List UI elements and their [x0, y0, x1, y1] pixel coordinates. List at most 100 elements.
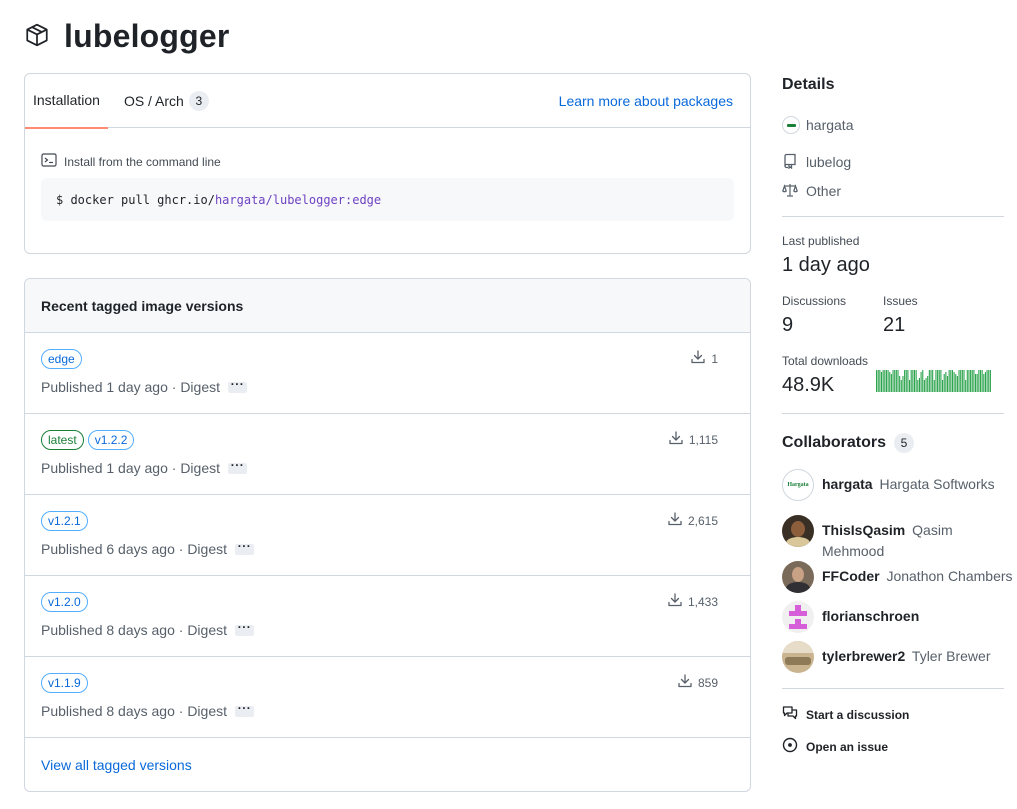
version-row: v1.2.1 Published 6 days ago · Digest ··· 2,… — [25, 495, 750, 576]
sparkline-bar — [981, 370, 983, 392]
collaborator-ffcoder[interactable]: FFCoder Jonathon Chambers — [782, 561, 1013, 593]
tab-installation[interactable]: Installation — [25, 74, 108, 129]
version-downloads: 859 — [677, 673, 718, 692]
sparkline-bar — [955, 374, 957, 392]
sparkline-bar — [965, 380, 967, 392]
version-published: Published 1 day ago · Digest ··· — [41, 378, 247, 395]
digest-expand-button[interactable]: ··· — [235, 702, 254, 717]
collaborators-heading: Collaborators 5 — [782, 433, 915, 453]
tab-os-arch[interactable]: OS / Arch 3 — [116, 74, 217, 128]
version-tag[interactable]: v1.2.1 — [41, 511, 88, 531]
sparkline-bar — [887, 370, 889, 392]
discussions-count[interactable]: 9 — [782, 314, 793, 337]
avatar — [782, 641, 814, 673]
sparkline-bar — [892, 370, 894, 392]
download-count: 859 — [697, 675, 718, 690]
version-row: latest v1.2.2 Published 1 day ago · Digest… — [25, 414, 750, 495]
published-text: Published 1 day ago · Digest — [41, 460, 220, 476]
sparkline-bar — [880, 372, 883, 392]
version-tag[interactable]: v1.2.2 — [87, 430, 135, 450]
sparkline-bar — [877, 370, 879, 392]
download-icon — [668, 430, 689, 449]
sparkline-bar — [933, 380, 935, 392]
package-title: lubelogger — [64, 17, 230, 54]
sparkline-bar — [960, 370, 962, 392]
view-all-versions-link[interactable]: View all tagged versions — [41, 757, 192, 773]
sparkline-bar — [946, 376, 949, 392]
version-published: Published 6 days ago · Digest ··· — [41, 540, 254, 557]
version-tags: v1.1.9 — [41, 673, 88, 693]
sparkline-bar — [953, 372, 955, 392]
version-tag[interactable]: v1.1.9 — [41, 673, 88, 693]
digest-expand-button[interactable]: ··· — [228, 459, 247, 474]
repo-link[interactable]: lubelog — [782, 152, 851, 172]
digest-expand-button[interactable]: ··· — [235, 621, 254, 636]
avatar — [782, 515, 814, 547]
download-icon — [690, 349, 711, 368]
published-text: Published 8 days ago · Digest — [41, 703, 227, 719]
avatar — [782, 561, 814, 593]
sparkline-bar — [922, 370, 924, 392]
sparkline-bar — [935, 370, 937, 392]
version-tag[interactable]: edge — [41, 349, 82, 369]
sparkline-bar — [958, 370, 960, 392]
sparkline-bar — [966, 370, 968, 392]
sparkline-bar — [876, 370, 878, 392]
total-downloads-label: Total downloads — [782, 354, 869, 368]
details-heading: Details — [782, 76, 835, 93]
sparkline-bar — [884, 370, 886, 392]
sparkline-bar — [963, 370, 965, 392]
version-tags: v1.2.1 — [41, 511, 88, 531]
sparkline-bar — [951, 370, 953, 392]
sparkline-bar — [895, 370, 897, 392]
digest-expand-button[interactable]: ··· — [228, 378, 247, 393]
version-tag[interactable]: latest — [41, 430, 84, 450]
collaborator-hargata[interactable]: Hargata hargata Hargata Softworks — [782, 469, 995, 501]
sparkline-bar — [897, 370, 899, 392]
sparkline-bar — [915, 370, 917, 392]
sparkline-bar — [932, 370, 934, 392]
sparkline-bar — [973, 370, 975, 392]
install-command[interactable]: $ docker pull ghcr.io/hargata/lubelogger… — [41, 178, 734, 221]
sparkline-bar — [920, 372, 922, 392]
published-text: Published 8 days ago · Digest — [41, 622, 227, 638]
sparkline-bar — [927, 376, 929, 392]
start-discussion-link[interactable]: Start a discussion — [782, 705, 909, 724]
open-issue-link[interactable]: Open an issue — [782, 737, 888, 756]
collaborator-tylerbrewer2[interactable]: tylerbrewer2 Tyler Brewer — [782, 641, 991, 673]
learn-more-link[interactable]: Learn more about packages — [559, 74, 733, 128]
download-count: 1,115 — [688, 432, 718, 447]
version-tag[interactable]: v1.2.0 — [41, 592, 88, 612]
version-row: edge Published 1 day ago · Digest ··· 1 — [25, 333, 750, 414]
terminal-icon — [41, 152, 64, 171]
owner-link[interactable]: hargata — [782, 115, 853, 135]
published-text: Published 1 day ago · Digest — [41, 379, 220, 395]
divider — [782, 688, 1004, 689]
sparkline-bar — [928, 370, 930, 392]
sparkline-bar — [961, 370, 963, 392]
sparkline-bar — [983, 374, 985, 392]
avatar — [782, 601, 814, 633]
downloads-sparkline — [876, 370, 991, 392]
collaborator-florianschroen[interactable]: florianschroen — [782, 601, 922, 633]
issues-count[interactable]: 21 — [883, 314, 905, 337]
sparkline-bar — [950, 370, 952, 392]
version-published: Published 1 day ago · Digest ··· — [41, 459, 247, 476]
versions-panel: Recent tagged image versions edge Publish… — [24, 278, 751, 792]
sparkline-bar — [879, 370, 881, 392]
os-arch-count: 3 — [188, 90, 209, 111]
law-icon — [782, 182, 806, 201]
digest-expand-button[interactable]: ··· — [235, 540, 254, 555]
issue-opened-icon — [782, 737, 806, 756]
collaborators-count: 5 — [894, 433, 915, 453]
download-icon — [667, 592, 688, 611]
version-row: v1.1.9 Published 8 days ago · Digest ··· 85… — [25, 657, 750, 738]
sparkline-bar — [948, 370, 950, 392]
collaborator-thisisqasim[interactable]: ThisIsQasim Qasim Mehmood — [782, 515, 1004, 562]
license-row[interactable]: Other — [782, 181, 841, 201]
sparkline-bar — [890, 374, 892, 392]
version-tags: v1.2.0 — [41, 592, 88, 612]
sparkline-bar — [989, 370, 991, 392]
owner-avatar — [782, 116, 800, 134]
sparkline-bar — [968, 370, 970, 392]
